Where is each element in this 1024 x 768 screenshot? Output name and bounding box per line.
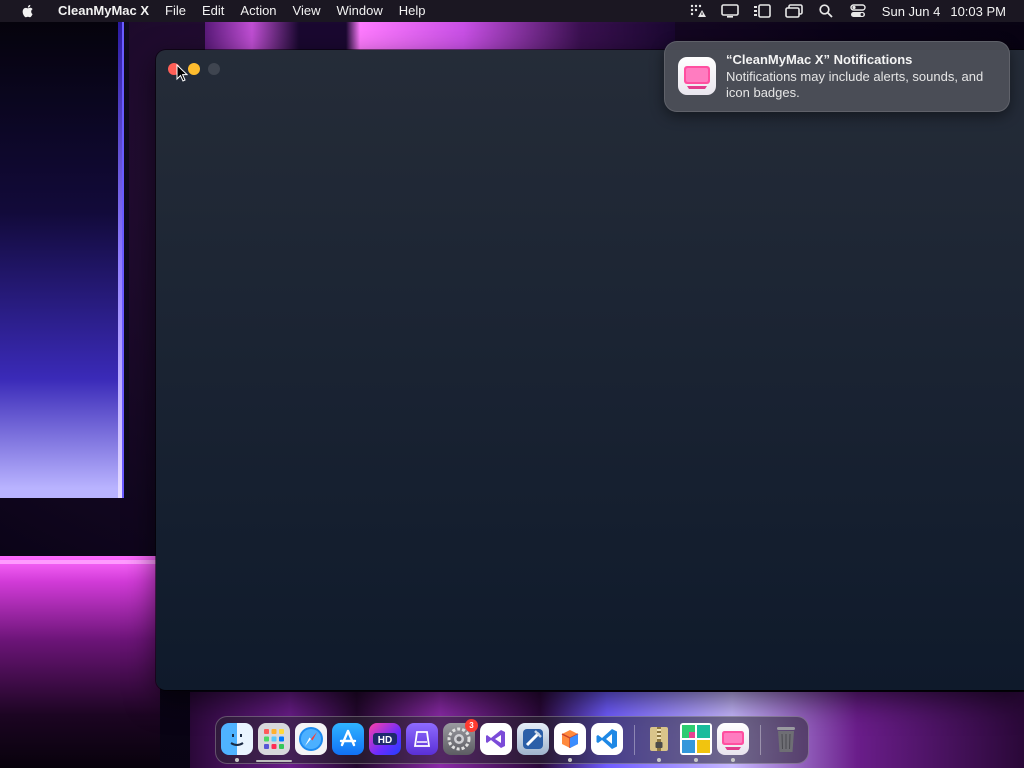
wallpaper-top-strip: [205, 22, 675, 50]
hd-app-icon[interactable]: HD: [369, 723, 401, 755]
grid-app-icon[interactable]: [680, 723, 712, 755]
settings-icon[interactable]: 3: [443, 719, 478, 755]
menu-action[interactable]: Action: [232, 0, 284, 22]
window-minimize-button[interactable]: [188, 63, 200, 75]
running-indicator-dot: [568, 758, 572, 762]
notification-title: “CleanMyMac X” Notifications: [726, 52, 913, 67]
search-icon[interactable]: [817, 3, 835, 19]
control-center-icon[interactable]: [849, 3, 867, 19]
running-indicator-dot: [657, 758, 661, 762]
wallpaper-left-panel: [0, 22, 129, 498]
menu-help[interactable]: Help: [391, 0, 434, 22]
clock-time: 10:03 PM: [950, 3, 1006, 19]
visual-studio-icon[interactable]: [480, 723, 512, 755]
archive-box-icon[interactable]: [554, 723, 586, 755]
clock-date: Sun Jun 4: [881, 3, 941, 19]
display-icon[interactable]: [720, 3, 739, 19]
wallpaper-left-glow: [118, 22, 122, 498]
wallpaper-bottom-left-line: [0, 560, 160, 564]
menu-bar: CleanMyMac X File Edit Action View Windo…: [0, 0, 1024, 22]
safari-icon[interactable]: [295, 723, 327, 755]
dock-separator: [760, 725, 761, 755]
menu-window[interactable]: Window: [329, 0, 391, 22]
finder-icon[interactable]: [221, 723, 253, 755]
running-indicator-dot: [235, 758, 239, 762]
wallpaper-bottom-left: [0, 556, 160, 768]
svg-text:HD: HD: [378, 735, 392, 746]
dock-separator: [634, 725, 635, 755]
menu-file[interactable]: File: [157, 0, 194, 22]
zip-archive-icon[interactable]: [643, 723, 675, 755]
mouse-cursor-icon: [176, 64, 188, 82]
trash-icon[interactable]: [770, 723, 802, 755]
dock: HD 3: [215, 716, 809, 764]
cleanmymac-icon[interactable]: [717, 723, 749, 755]
app-icon-purple[interactable]: [406, 723, 438, 755]
running-indicator-dot: [694, 758, 698, 762]
menu-app-name[interactable]: CleanMyMac X: [50, 0, 157, 22]
menu-edit[interactable]: Edit: [194, 0, 232, 22]
xcode-icon[interactable]: [517, 723, 549, 755]
cleanmymac-icon: [678, 57, 716, 95]
vscode-icon[interactable]: [591, 723, 623, 755]
menu-bar-clock[interactable]: Sun Jun 4 10:03 PM: [882, 4, 1006, 19]
app-store-icon[interactable]: [332, 723, 364, 755]
dock-scroll-indicator: [256, 760, 292, 762]
cleanmymac-window[interactable]: [156, 50, 1024, 690]
notification-badge: 3: [465, 719, 478, 732]
window-zoom-button[interactable]: [208, 63, 220, 75]
screen-mirroring-icon[interactable]: [784, 3, 803, 19]
notification-banner[interactable]: “CleanMyMac X” Notifications Notificatio…: [664, 41, 1010, 112]
stage-manager-icon[interactable]: [753, 3, 771, 19]
running-indicator-dot: [731, 758, 735, 762]
apple-logo-icon[interactable]: [20, 3, 36, 19]
grid-warning-icon[interactable]: [689, 3, 707, 19]
menu-bar-status-area: Sun Jun 4 10:03 PM: [682, 0, 1024, 22]
notification-body: Notifications may include alerts, sounds…: [726, 69, 984, 100]
menu-view[interactable]: View: [285, 0, 329, 22]
launchpad-icon[interactable]: [258, 723, 290, 755]
